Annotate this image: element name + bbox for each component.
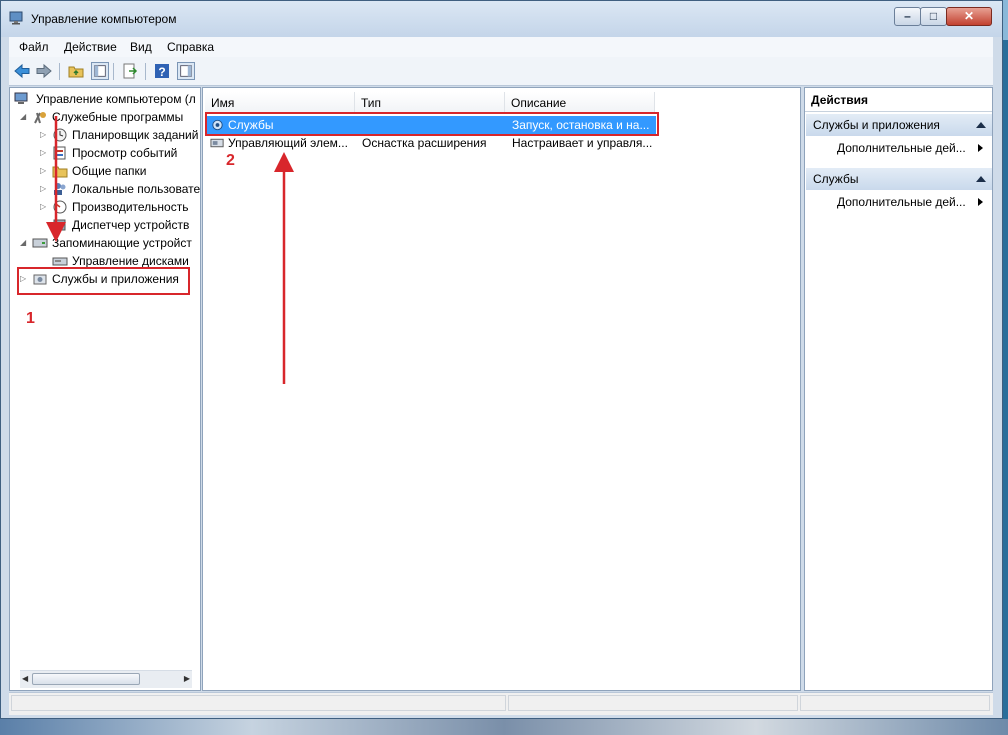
annotation-arrows [46,116,294,384]
